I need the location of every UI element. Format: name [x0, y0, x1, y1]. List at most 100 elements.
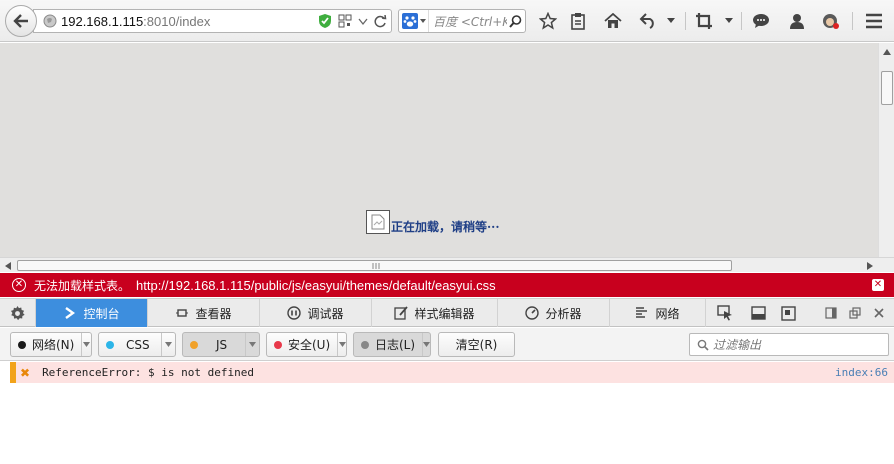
chat-button[interactable] — [750, 10, 772, 32]
back-button[interactable] — [5, 5, 37, 37]
console-message-location[interactable]: index:66 — [835, 366, 888, 379]
clipboard-icon — [571, 13, 585, 30]
scroll-up-arrow-icon[interactable] — [883, 49, 891, 55]
split-console-button[interactable] — [750, 305, 766, 321]
shield-icon[interactable] — [318, 13, 332, 29]
filter-net-button[interactable]: 网络(N) — [10, 332, 92, 357]
filter-logging-button[interactable]: 日志(L) — [353, 332, 431, 357]
menu-button[interactable] — [863, 10, 885, 32]
tab-network-label: 网络 — [655, 306, 680, 321]
screenshot-crop-button[interactable] — [693, 10, 715, 32]
vertical-scroll-thumb[interactable] — [881, 71, 893, 105]
url-text[interactable]: 192.168.1.115:8010/index — [61, 14, 210, 29]
reload-icon[interactable] — [374, 14, 387, 28]
js-dot — [190, 340, 198, 349]
horizontal-scrollbar[interactable] — [0, 257, 894, 272]
filter-output-input[interactable] — [713, 337, 883, 352]
filter-css-dropdown[interactable] — [161, 333, 175, 356]
dock-side-icon — [825, 307, 837, 319]
tab-network[interactable]: 网络 — [610, 299, 706, 327]
split-console-icon — [750, 306, 766, 320]
devtools-tab-strip: 控制台 查看器 调试器 样式编辑器 分析器 网络 — [0, 298, 894, 327]
search-icon[interactable] — [509, 14, 522, 28]
loading-indicator: 正在加载，请稍等··· — [366, 210, 500, 234]
filter-security-button[interactable]: 安全(U) — [266, 332, 347, 357]
network-icon — [635, 306, 649, 320]
element-picker-icon — [717, 305, 732, 321]
tab-console[interactable]: 控制台 — [36, 299, 148, 327]
responsive-design-button[interactable] — [780, 305, 796, 321]
extension-button[interactable] — [820, 10, 842, 32]
hamburger-menu-icon — [866, 13, 882, 29]
dock-side-button[interactable] — [823, 305, 839, 321]
error-url: http://192.168.1.115/public/js/easyui/th… — [136, 277, 496, 293]
tab-console-label: 控制台 — [83, 306, 120, 321]
loading-text: 正在加载，请稍等··· — [391, 220, 500, 234]
undock-button[interactable] — [847, 305, 863, 321]
filter-css-label: CSS — [126, 337, 150, 352]
debugger-icon — [287, 306, 302, 320]
filter-net-label: 网络(N) — [32, 338, 75, 352]
tab-style-editor-label: 样式编辑器 — [414, 306, 475, 321]
clear-console-button[interactable]: 清空(R) — [438, 332, 515, 357]
chevron-down-icon — [667, 18, 675, 23]
console-message-row[interactable]: ✖ ReferenceError: $ is not defined index… — [10, 362, 894, 383]
filter-css-button[interactable]: CSS — [98, 332, 176, 357]
console-icon — [63, 306, 77, 320]
tab-inspector[interactable]: 查看器 — [148, 299, 260, 327]
vertical-scrollbar[interactable] — [878, 43, 894, 257]
chevron-down-icon — [423, 342, 431, 347]
qr-code-icon[interactable] — [338, 14, 352, 28]
inspector-icon — [175, 306, 189, 320]
close-devtools-button[interactable] — [871, 305, 887, 321]
bookmark-star-button[interactable] — [537, 10, 559, 32]
horizontal-scroll-thumb[interactable] — [17, 260, 732, 271]
toolbar-separator — [852, 12, 853, 30]
net-dot — [18, 340, 26, 349]
css-dot — [106, 340, 114, 349]
console-message-text: ReferenceError: $ is not defined — [42, 366, 254, 379]
filter-logging-dropdown[interactable] — [422, 333, 431, 356]
scroll-left-arrow-icon[interactable] — [5, 262, 11, 270]
undo-arrow-icon — [639, 13, 654, 29]
filter-js-dropdown[interactable] — [245, 333, 259, 356]
scroll-right-arrow-icon[interactable] — [867, 262, 873, 270]
reading-list-button[interactable] — [567, 10, 589, 32]
profiler-icon — [525, 306, 540, 320]
stylesheet-error-bar: ✕ 无法加载样式表。 http://192.168.1.115/public/j… — [0, 273, 894, 297]
home-button[interactable] — [602, 10, 624, 32]
error-message: 无法加载样式表。 — [34, 278, 131, 293]
search-placeholder: 百度 <Ctrl+K> — [433, 14, 507, 29]
crop-dropdown-button[interactable] — [722, 10, 736, 32]
search-bar[interactable]: 百度 <Ctrl+K> — [398, 9, 526, 33]
crop-icon — [696, 13, 712, 29]
history-dropdown-button[interactable] — [664, 10, 678, 32]
tab-debugger[interactable]: 调试器 — [260, 299, 372, 327]
pick-element-button[interactable] — [717, 305, 733, 321]
responsive-design-icon — [780, 305, 796, 321]
error-x-icon: ✖ — [20, 365, 31, 380]
chat-bubble-icon — [753, 14, 769, 28]
filter-output-field[interactable] — [689, 333, 889, 356]
history-back-button[interactable] — [637, 10, 659, 32]
devtools-options-button[interactable] — [0, 299, 36, 327]
monkey-extension-icon — [823, 14, 839, 29]
style-editor-icon — [394, 306, 409, 320]
baidu-paw-icon — [401, 13, 418, 29]
star-icon — [539, 12, 557, 30]
chevron-down-icon — [338, 342, 346, 347]
dropdown-arrow-icon[interactable] — [358, 16, 368, 26]
filter-net-dropdown[interactable] — [81, 333, 91, 356]
url-bar[interactable]: 192.168.1.115:8010/index — [33, 9, 392, 33]
tab-style-editor[interactable]: 样式编辑器 — [372, 299, 498, 327]
filter-js-button[interactable]: JS — [182, 332, 260, 357]
error-icon: ✕ — [12, 278, 26, 292]
search-engine-selector[interactable] — [399, 10, 429, 32]
undock-window-icon — [849, 307, 861, 319]
close-icon[interactable]: ✕ — [872, 279, 884, 291]
tab-profiler[interactable]: 分析器 — [498, 299, 610, 327]
console-output: ✖ ReferenceError: $ is not defined index… — [0, 362, 894, 464]
filter-security-dropdown[interactable] — [337, 333, 346, 356]
account-button[interactable] — [786, 10, 808, 32]
home-icon — [604, 13, 622, 28]
